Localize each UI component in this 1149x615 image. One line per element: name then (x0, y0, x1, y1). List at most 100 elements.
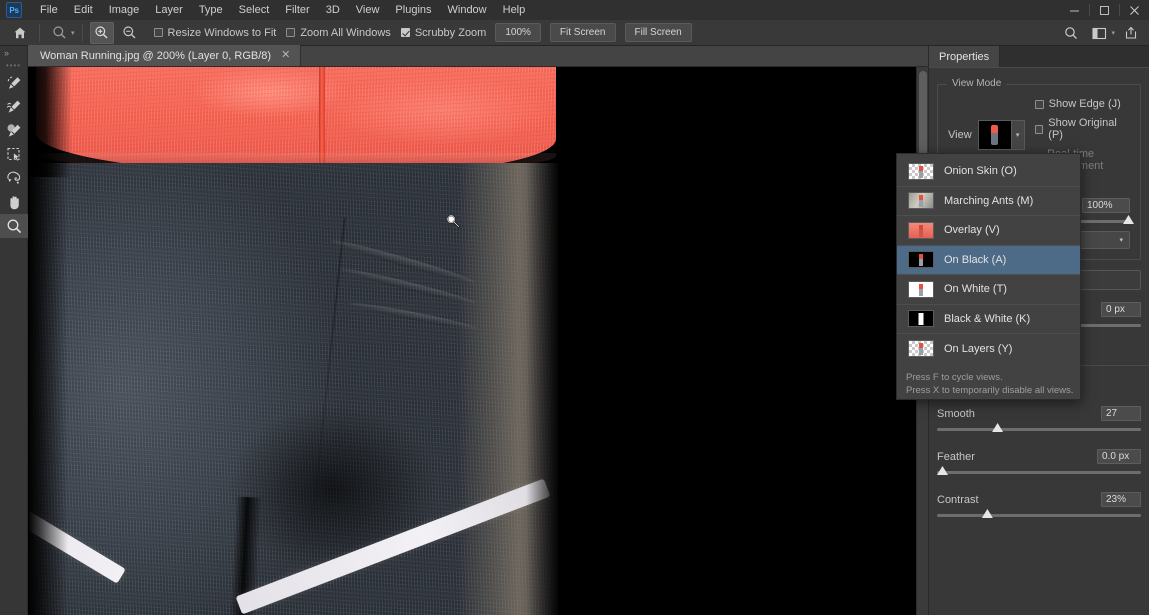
feather-field[interactable]: 0.0 px (1097, 449, 1141, 464)
item-label: Onion Skin (O) (944, 165, 1017, 178)
checkbox-label: Show Original (P) (1048, 117, 1117, 141)
overlay-thumbnail (908, 221, 934, 239)
menu-3d[interactable]: 3D (318, 0, 348, 20)
resize-windows-to-fit-checkbox[interactable]: Resize Windows to Fit (153, 26, 277, 39)
checkbox-box (1034, 99, 1044, 109)
on-white-thumbnail (908, 280, 934, 298)
options-bar-right: ▾ (1057, 20, 1145, 46)
zoom-tool[interactable] (0, 214, 28, 238)
fit-screen-button[interactable]: Fit Screen (549, 23, 616, 42)
hand-tool[interactable] (0, 190, 28, 214)
tab-properties[interactable]: Properties (929, 46, 1001, 67)
black-white-thumbnail (908, 310, 934, 328)
view-mode-item-overlay[interactable]: Overlay (V) (897, 216, 1080, 246)
on-layers-thumbnail (908, 340, 934, 358)
home-icon[interactable] (8, 22, 32, 44)
close-icon[interactable]: ✕ (281, 50, 290, 61)
view-mode-item-black-and-white[interactable]: Black & White (K) (897, 305, 1080, 334)
maximize-button[interactable] (1090, 0, 1119, 20)
image-canvas[interactable] (28, 67, 928, 615)
contrast-label: Contrast (937, 493, 979, 506)
divider (39, 23, 40, 42)
menu-view[interactable]: View (348, 0, 388, 20)
menu-plugins[interactable]: Plugins (387, 0, 439, 20)
show-edge-checkbox[interactable]: Show Edge (J) (1034, 98, 1130, 110)
checkbox-label: Zoom All Windows (300, 26, 391, 39)
zoom-all-windows-checkbox[interactable]: Zoom All Windows (286, 26, 391, 39)
feather-label: Feather (937, 450, 975, 463)
zoom-100-button[interactable]: 100% (495, 23, 541, 42)
active-tool-group[interactable]: ▾ (45, 22, 77, 44)
menu-file[interactable]: File (32, 0, 66, 20)
photoshop-logo: Ps (6, 2, 22, 18)
quick-selection-tool[interactable] (0, 70, 28, 94)
rail-drag-handle[interactable]: •••• (0, 60, 27, 70)
document-tab-bar: Woman Running.jpg @ 200% (Layer 0, RGB/8… (28, 45, 928, 67)
slider-handle[interactable] (937, 466, 948, 475)
view-mode-item-onion-skin[interactable]: Onion Skin (O) (897, 157, 1080, 187)
checkbox-box (1034, 124, 1044, 134)
refine-edge-brush-tool[interactable] (0, 94, 28, 118)
document-tab-title: Woman Running.jpg @ 200% (Layer 0, RGB/8… (40, 49, 272, 62)
minimize-button[interactable] (1060, 0, 1089, 20)
contrast-row: Contrast 23% (937, 492, 1141, 507)
lasso-tool[interactable] (0, 166, 28, 190)
hint-line-1: Press F to cycle views. (906, 371, 1003, 383)
slider-handle[interactable] (981, 509, 993, 518)
subject-figure (28, 67, 558, 615)
checkbox-label: Resize Windows to Fit (167, 26, 277, 39)
share-icon[interactable] (1119, 22, 1143, 44)
item-label: On Layers (Y) (944, 342, 1013, 355)
slider-handle[interactable] (1123, 215, 1134, 224)
tool-rail: » •••• (0, 46, 28, 615)
slider-handle[interactable] (992, 423, 1004, 432)
menu-edit[interactable]: Edit (66, 0, 101, 20)
show-original-checkbox[interactable]: Show Original (P) (1034, 117, 1130, 141)
chevron-down-icon[interactable]: ▾ (71, 29, 75, 37)
smooth-field[interactable]: 27 (1101, 406, 1141, 421)
preview-opacity-field[interactable]: 100% (1082, 198, 1130, 213)
document-tab[interactable]: Woman Running.jpg @ 200% (Layer 0, RGB/8… (28, 45, 302, 66)
view-mode-dropdown[interactable]: Onion Skin (O) Marching Ants (M) Overlay… (896, 153, 1081, 400)
feather-slider[interactable] (937, 466, 1141, 475)
collapse-rail-icon[interactable]: » (0, 46, 27, 60)
chevron-down-icon[interactable]: ▾ (1011, 119, 1025, 150)
menu-select[interactable]: Select (231, 0, 278, 20)
edge-mask-top-left (28, 67, 72, 177)
menu-help[interactable]: Help (495, 0, 534, 20)
scrubby-zoom-checkbox[interactable]: Scrubby Zoom (400, 26, 487, 39)
view-mode-item-on-black[interactable]: On Black (A) (897, 245, 1080, 275)
search-icon[interactable] (1059, 22, 1083, 44)
workspace-icon[interactable] (1087, 22, 1111, 44)
menu-filter[interactable]: Filter (277, 0, 317, 20)
hint-line-2: Press X to temporarily disable all views… (906, 385, 1074, 397)
close-button[interactable] (1120, 0, 1149, 20)
edge-mask-left (28, 163, 68, 615)
menu-window[interactable]: Window (440, 0, 495, 20)
item-label: On White (T) (944, 283, 1007, 296)
view-mode-item-on-white[interactable]: On White (T) (897, 275, 1080, 305)
checkbox-label: Scrubby Zoom (414, 26, 487, 39)
smooth-slider[interactable] (937, 423, 1141, 432)
view-mode-item-on-layers[interactable]: On Layers (Y) (897, 334, 1080, 364)
menu-type[interactable]: Type (191, 0, 231, 20)
contrast-field[interactable]: 23% (1101, 492, 1141, 507)
radius-field[interactable]: 0 px (1101, 302, 1141, 317)
object-selection-tool[interactable] (0, 142, 28, 166)
view-thumbnail-figure (991, 124, 999, 145)
menu-image[interactable]: Image (101, 0, 148, 20)
marching-ants-thumbnail (908, 192, 934, 210)
view-mode-legend: View Mode (947, 78, 1007, 89)
zoom-out-icon[interactable] (118, 22, 142, 44)
zoom-in-icon[interactable] (89, 21, 114, 44)
menu-layer[interactable]: Layer (147, 0, 191, 20)
view-preview-swatch[interactable] (977, 119, 1012, 150)
fill-screen-button[interactable]: Fill Screen (624, 23, 692, 42)
view-mode-item-marching-ants[interactable]: Marching Ants (M) (897, 187, 1080, 216)
chevron-down-icon[interactable]: ▾ (1111, 29, 1115, 37)
view-label: View (948, 128, 972, 141)
zoom-tool-icon[interactable] (47, 22, 71, 44)
contrast-slider[interactable] (937, 509, 1141, 518)
view-mode-list: Onion Skin (O) Marching Ants (M) Overlay… (897, 154, 1080, 364)
brush-tool[interactable] (0, 118, 28, 142)
